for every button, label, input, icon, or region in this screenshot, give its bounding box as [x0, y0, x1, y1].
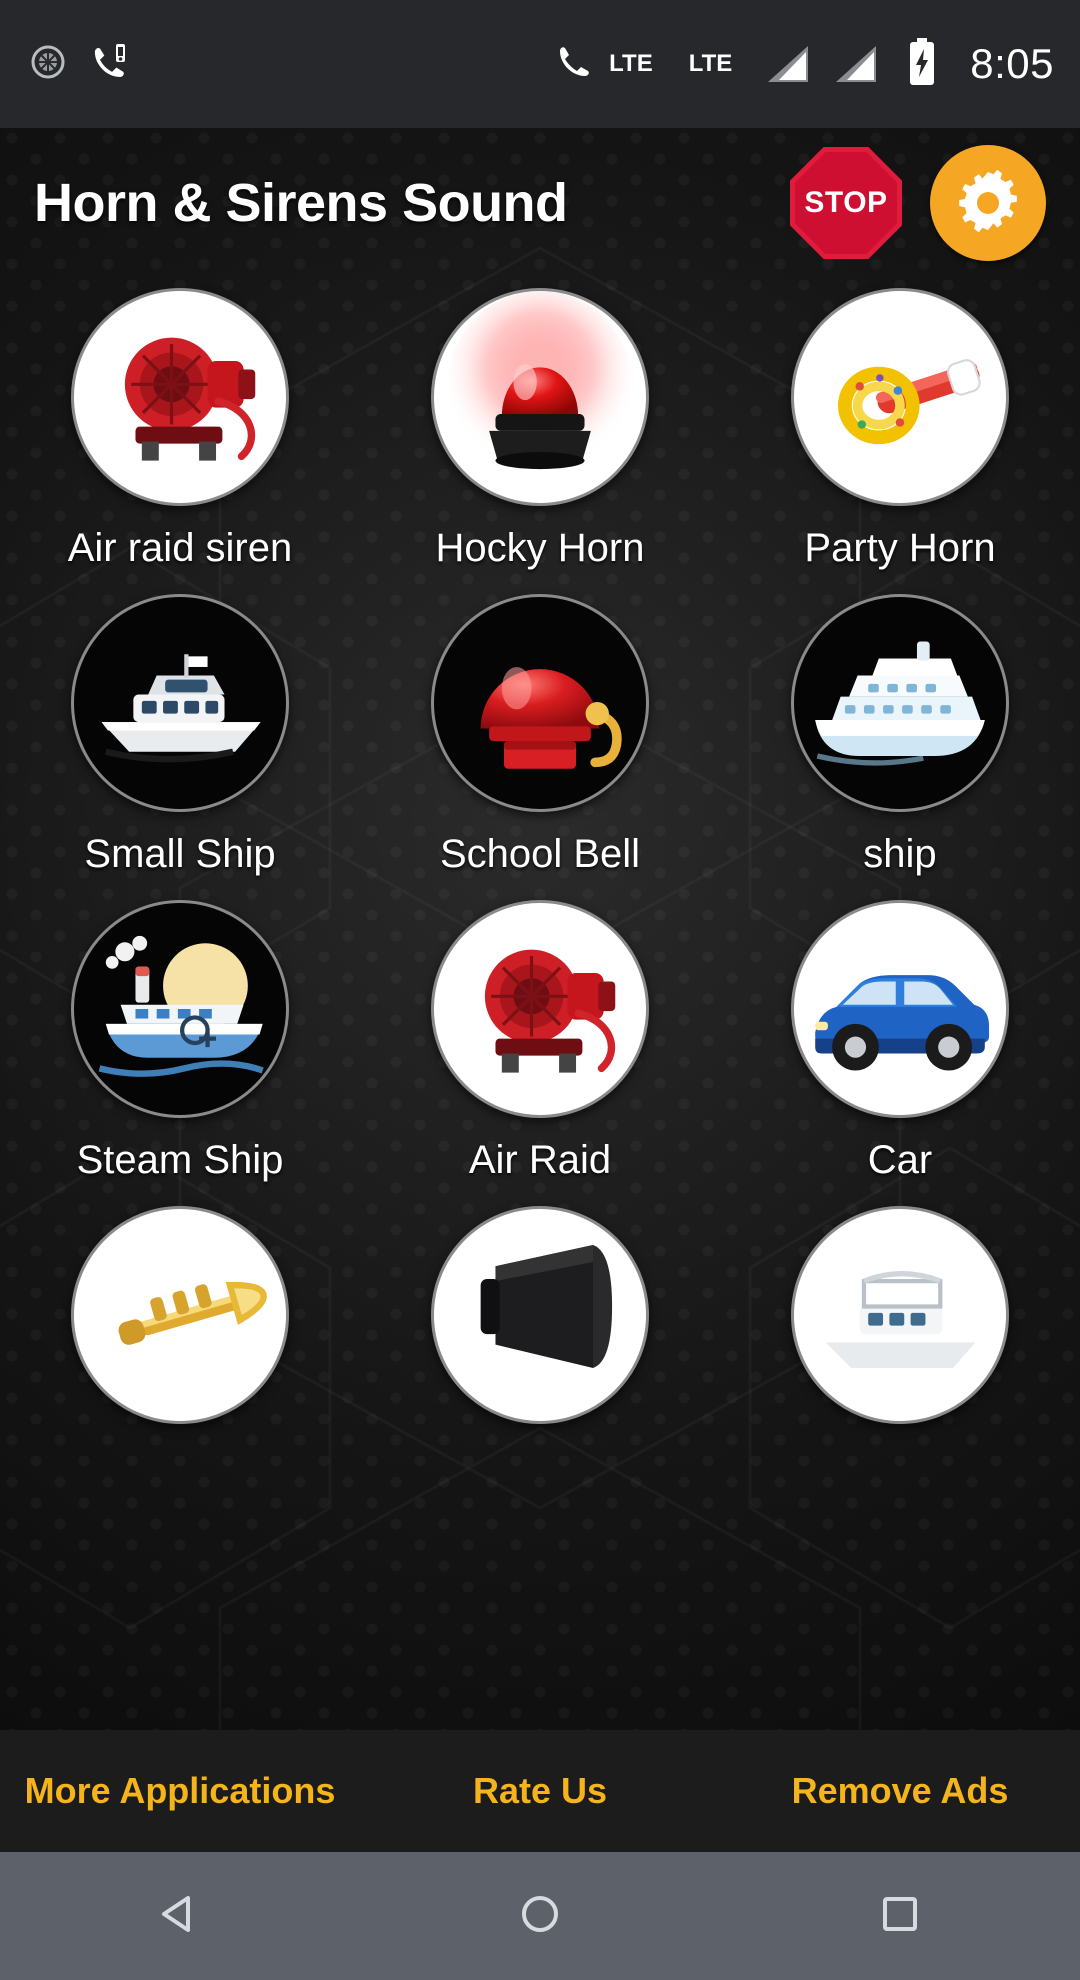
sound-item-steam-ship[interactable]: Steam Ship	[0, 900, 360, 1180]
sim2-lte-label: LTE	[688, 50, 733, 77]
more-applications-button[interactable]: More Applications	[0, 1771, 360, 1811]
recents-square-icon[interactable]	[872, 1886, 928, 1947]
sound-item-small-ship[interactable]: Small Ship	[0, 594, 360, 874]
steam-ship-sunset-icon	[71, 900, 289, 1118]
sound-item-label: Air Raid	[468, 1138, 612, 1182]
android-nav-bar	[0, 1852, 1080, 1980]
status-bar-clock: 8:05	[970, 40, 1054, 87]
sound-item-label: Steam Ship	[76, 1138, 284, 1182]
sound-item-school-bell[interactable]: School Bell	[360, 594, 720, 874]
sound-item-air-raid-siren[interactable]: Air raid siren	[0, 288, 360, 568]
sound-item-trumpet[interactable]	[0, 1206, 360, 1446]
stop-button[interactable]: STOP	[790, 147, 902, 259]
home-circle-icon[interactable]	[512, 1886, 568, 1947]
sound-grid: Air raid siren Hocky Horn Party Horn Sma…	[0, 288, 1080, 1446]
sound-item-label: School Bell	[439, 832, 641, 876]
sound-item-label: ship	[863, 832, 937, 876]
remove-ads-button[interactable]: Remove Ads	[720, 1771, 1080, 1811]
missed-call-icon	[92, 40, 132, 89]
sim1-call-icon	[557, 43, 591, 86]
speedboat-icon	[791, 1206, 1009, 1424]
page-title: Horn & Sirens Sound	[34, 173, 568, 233]
bottom-action-bar: More Applications Rate Us Remove Ads	[0, 1730, 1080, 1852]
red-siren-horn-icon	[71, 288, 289, 506]
black-speaker-horn-icon	[431, 1206, 649, 1424]
blue-muscle-car-icon	[791, 900, 1009, 1118]
stop-button-label: STOP	[804, 186, 888, 219]
settings-button[interactable]	[930, 145, 1046, 261]
sound-item-speaker-horn[interactable]	[360, 1206, 720, 1446]
sound-item-speedboat[interactable]	[720, 1206, 1080, 1446]
status-bar-left-icons	[26, 40, 132, 89]
signal-bars-1-icon	[762, 42, 812, 86]
sound-item-label: Small Ship	[84, 832, 276, 876]
rate-us-button[interactable]: Rate Us	[360, 1771, 720, 1811]
gear-icon	[951, 164, 1025, 243]
red-alarm-bell-icon	[431, 594, 649, 812]
trumpet-icon	[71, 1206, 289, 1424]
motor-yacht-icon	[71, 594, 289, 812]
status-bar-right-icons: LTE LTE 8:05	[557, 37, 1054, 92]
sound-item-label: Air raid siren	[67, 526, 293, 570]
app-header: Horn & Sirens Sound STOP	[0, 128, 1080, 278]
brightness-icon	[26, 40, 70, 89]
party-blower-icon	[791, 288, 1009, 506]
signal-bars-2-icon	[830, 42, 880, 86]
cruise-liner-icon	[791, 594, 1009, 812]
back-triangle-icon[interactable]	[152, 1886, 208, 1947]
sound-item-hocky-horn[interactable]: Hocky Horn	[360, 288, 720, 568]
sound-item-air-raid[interactable]: Air Raid	[360, 900, 720, 1180]
sound-item-label: Party Horn	[804, 526, 996, 570]
sound-item-car[interactable]: Car	[720, 900, 1080, 1180]
sim1-lte-label: LTE	[609, 50, 653, 77]
header-buttons: STOP	[790, 145, 1046, 261]
status-bar: LTE LTE 8:05	[0, 0, 1080, 128]
battery-charging-icon	[906, 37, 938, 92]
red-siren-horn-icon	[431, 900, 649, 1118]
sound-item-label: Hocky Horn	[435, 526, 645, 570]
sound-item-ship[interactable]: ship	[720, 594, 1080, 874]
sound-item-party-horn[interactable]: Party Horn	[720, 288, 1080, 568]
red-beacon-light-icon	[431, 288, 649, 506]
sound-item-label: Car	[867, 1138, 933, 1182]
app-body: Horn & Sirens Sound STOP Air raid siren …	[0, 128, 1080, 1852]
